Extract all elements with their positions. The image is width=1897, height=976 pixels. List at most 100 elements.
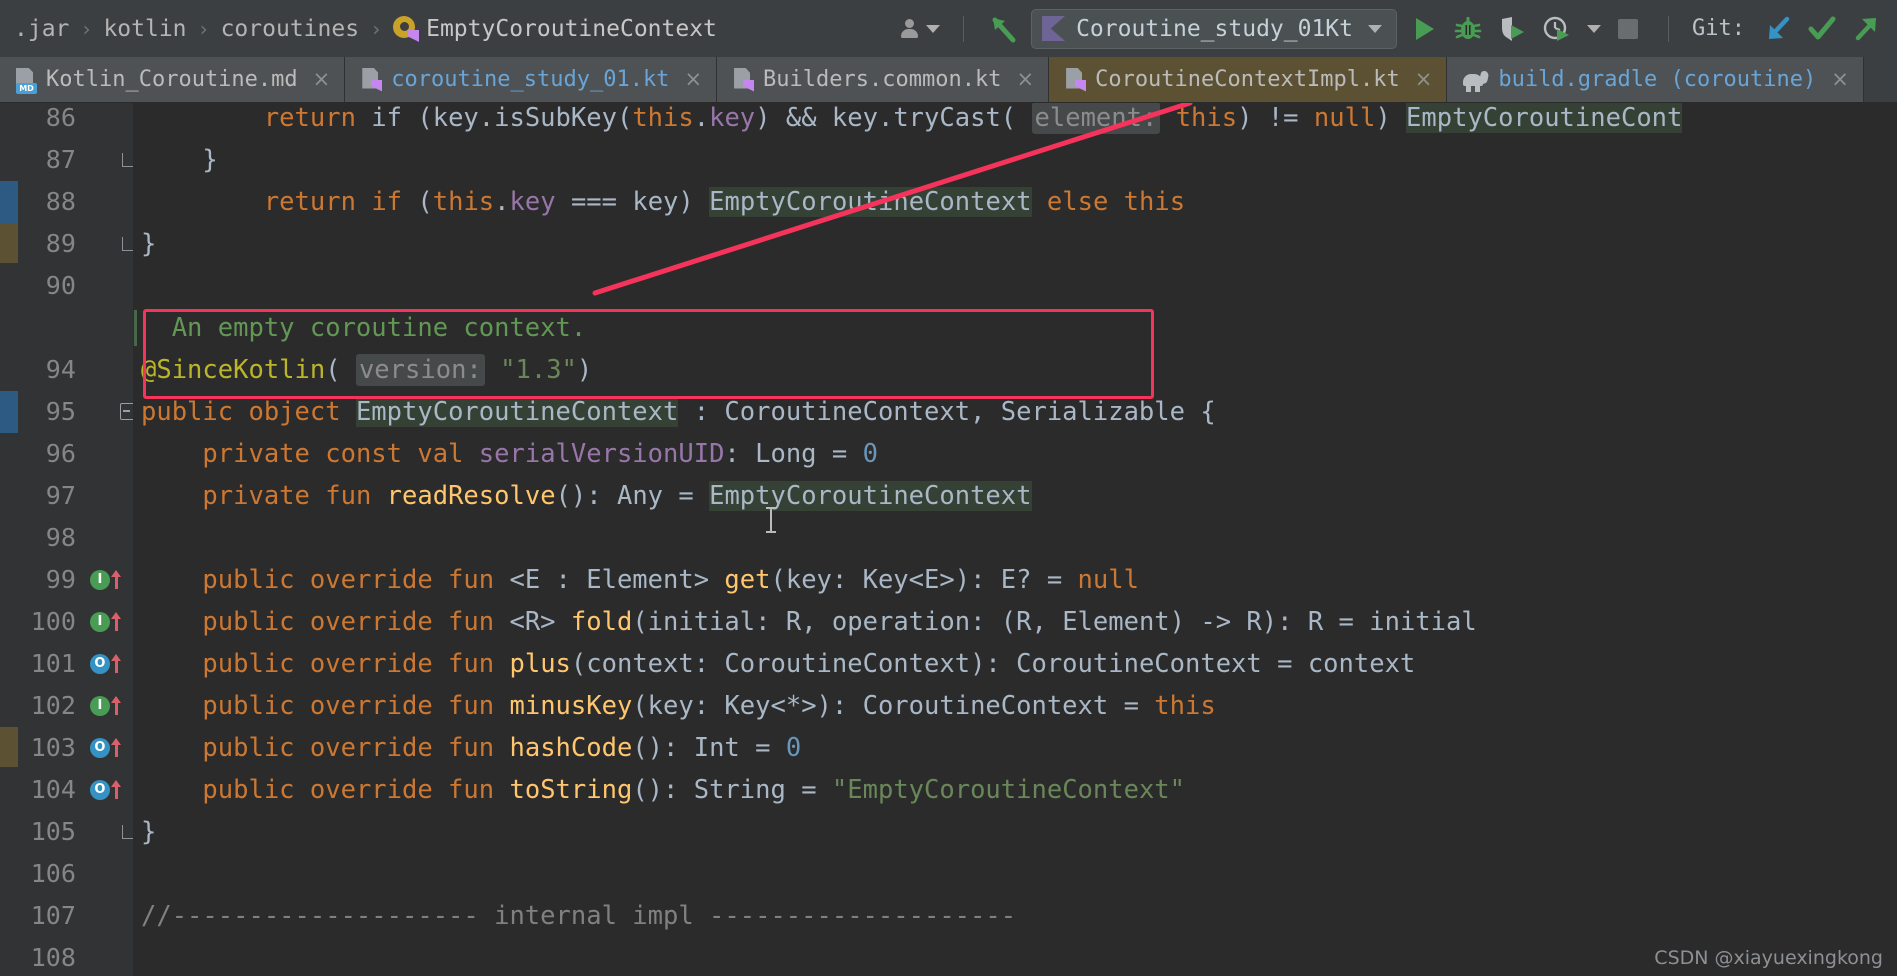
navigate-up-icon[interactable] [110,612,122,632]
profiler-button[interactable] [1539,12,1573,46]
code-token: EmptyCoroutineContext [709,481,1032,511]
gutter-row[interactable]: 87 [18,139,134,181]
gutter-row[interactable]: 88 [18,181,133,223]
breadcrumb-item-kotlin[interactable]: kotlin [103,16,186,42]
run-configuration-selector[interactable]: Coroutine_study_01Kt [1031,8,1398,49]
code-line[interactable]: private const val serialVersionUID: Long… [133,433,1897,475]
gutter-row[interactable]: 101 O [18,643,133,685]
gutter-row[interactable]: 105 [18,811,134,853]
gutter-marker-area[interactable]: O [84,780,131,800]
overriding-method-icon[interactable]: O [89,654,110,674]
gutter-row[interactable]: 107 [18,895,133,937]
code-line[interactable]: } [133,811,1897,853]
navigate-up-icon[interactable] [110,780,122,800]
git-commit-button[interactable] [1805,12,1839,46]
gutter-row[interactable]: 98 [18,517,133,559]
editor-tab[interactable]: Builders.common.kt × [717,57,1050,102]
code-line[interactable]: public override fun hashCode(): Int = 0 [133,727,1897,769]
editor-gutter[interactable]: 86 87 88 89 90 94 95 96 97 98 99 I 100 I 101 O 102 I 103 O 1… [18,103,135,976]
editor-tab-label: build.gradle (coroutine) [1498,67,1817,92]
git-update-button[interactable] [1761,12,1795,46]
line-number: 88 [45,187,76,216]
gutter-marker-area[interactable]: O [84,654,131,674]
chevron-down-icon [926,24,941,33]
code-editor[interactable]: 86 87 88 89 90 94 95 96 97 98 99 I 100 I 101 O 102 I 103 O 1… [0,103,1897,976]
code-line[interactable]: return if (this.key === key) EmptyCorout… [133,181,1897,223]
code-line[interactable] [133,853,1897,895]
vcs-update-button[interactable] [987,12,1021,46]
code-line[interactable]: } [133,139,1897,181]
close-icon[interactable]: × [1831,69,1849,90]
breadcrumb-item-class[interactable]: EmptyCoroutineContext [426,16,717,42]
editor-tab[interactable]: MD Kotlin_Coroutine.md × [0,57,346,102]
code-line[interactable]: @SinceKotlin( version: "1.3") [133,349,1897,391]
chevron-down-icon[interactable] [1587,24,1602,33]
gutter-row[interactable]: 96 [18,433,133,475]
close-icon[interactable]: × [1016,69,1034,90]
overriding-method-icon[interactable]: O [89,738,110,758]
code-line[interactable]: An empty coroutine context. [133,307,1897,349]
breadcrumb-item-coroutines[interactable]: coroutines [221,16,359,42]
annotation-strip[interactable] [0,103,18,976]
gutter-row[interactable]: 86 [18,103,133,139]
close-icon[interactable]: × [684,69,702,90]
editor-tab[interactable]: coroutine_study_01.kt × [345,57,718,102]
gutter-row[interactable]: 97 [18,475,133,517]
navigate-up-icon[interactable] [110,570,122,590]
editor-tab[interactable]: CoroutineContextImpl.kt × [1049,57,1448,102]
gutter-row[interactable]: 90 [18,265,133,307]
code-line[interactable]: return if (key.isSubKey(this.key) && key… [133,103,1897,139]
gutter-row[interactable]: 103 O [18,727,133,769]
gutter-marker-area[interactable]: O [84,738,131,758]
navigate-up-icon[interactable] [110,654,122,674]
implementing-method-icon[interactable]: I [89,696,110,716]
run-with-coverage-button[interactable] [1495,12,1529,46]
code-line[interactable]: public override fun plus(context: Corout… [133,643,1897,685]
code-line[interactable]: public override fun <E : Element> get(ke… [133,559,1897,601]
code-line[interactable]: public object EmptyCoroutineContext : Co… [133,391,1897,433]
breadcrumb-item-jar[interactable]: .jar [14,16,69,42]
gutter-row[interactable]: 99 I [18,559,133,601]
git-push-button[interactable] [1849,12,1883,46]
code-line[interactable]: public override fun minusKey(key: Key<*>… [133,685,1897,727]
code-content[interactable]: return if (key.isSubKey(this.key) && key… [133,103,1897,976]
code-line[interactable]: //-------------------- internal impl ---… [133,895,1897,937]
code-line[interactable]: public override fun <R> fold(initial: R,… [133,601,1897,643]
gutter-row[interactable]: 104 O [18,769,133,811]
implementing-method-icon[interactable]: I [89,612,110,632]
run-button[interactable] [1407,12,1441,46]
code-line[interactable]: } [133,223,1897,265]
gutter-row[interactable]: 94 [18,349,133,391]
gutter-row[interactable] [18,307,133,349]
gutter-row[interactable]: 95 [18,391,135,433]
code-line[interactable]: public override fun toString(): String =… [133,769,1897,811]
gutter-row[interactable]: 106 [18,853,133,895]
gutter-row[interactable]: 89 [18,223,134,265]
markdown-file-icon: MD [16,67,37,94]
debug-button[interactable] [1451,12,1485,46]
code-line[interactable] [133,517,1897,559]
close-icon[interactable]: × [1415,69,1433,90]
code-token: (key: Key<*>): CoroutineContext = [632,691,1155,721]
code-line[interactable] [133,937,1897,976]
close-icon[interactable]: × [313,69,331,90]
profiler-icon [1543,16,1570,41]
stop-button[interactable] [1611,12,1645,46]
navigate-up-icon[interactable] [110,696,122,716]
gutter-row[interactable]: 102 I [18,685,133,727]
editor-tab[interactable]: build.gradle (coroutine) × [1447,57,1864,102]
code-line[interactable] [133,265,1897,307]
gutter-marker-area[interactable]: I [84,696,131,716]
run-with-coverage-icon [1502,16,1525,41]
gutter-row[interactable]: 100 I [18,601,133,643]
implementing-method-icon[interactable]: I [89,570,110,590]
ide-window: .jar › kotlin › coroutines › EmptyCorout… [0,0,1897,976]
user-account-button[interactable] [898,12,941,46]
code-line[interactable]: private fun readResolve(): Any = EmptyCo… [133,475,1897,517]
gutter-row[interactable]: 108 [18,937,133,976]
navigate-up-icon[interactable] [110,738,122,758]
overriding-method-icon[interactable]: O [89,780,110,800]
gutter-marker-area[interactable]: I [84,570,131,590]
gutter-marker-area[interactable]: I [84,612,131,632]
